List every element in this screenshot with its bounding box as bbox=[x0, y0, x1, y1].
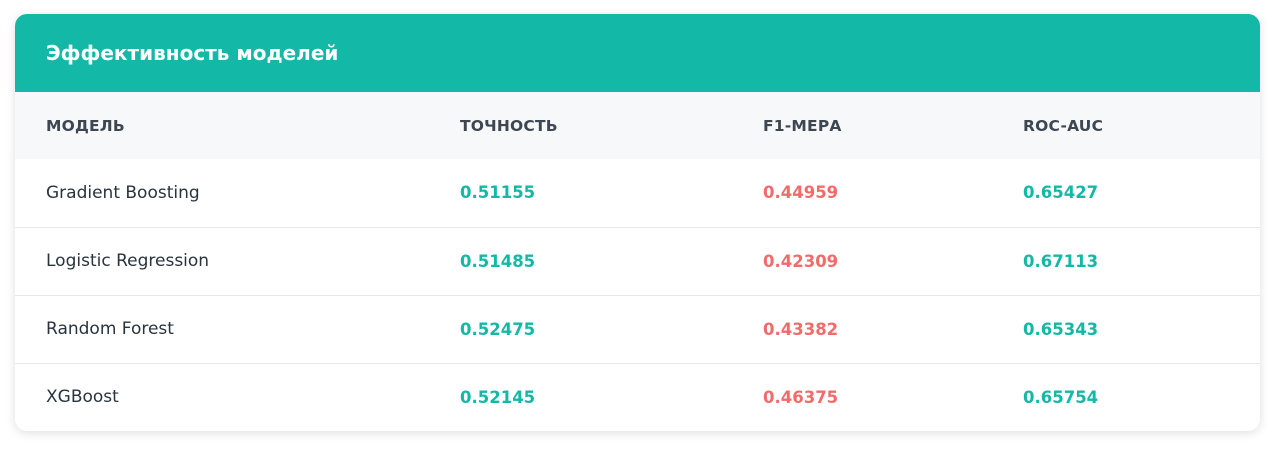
accuracy-value: 0.51155 bbox=[460, 183, 536, 203]
column-header-f1: F1-МЕРА bbox=[763, 116, 842, 135]
accuracy-value: 0.52145 bbox=[460, 387, 536, 407]
table-body: Gradient Boosting 0.51155 0.44959 0.6542… bbox=[15, 159, 1260, 431]
accuracy-value: 0.52475 bbox=[460, 319, 536, 339]
table-row: Logistic Regression 0.51485 0.42309 0.67… bbox=[15, 227, 1260, 295]
card-title: Эффективность моделей bbox=[46, 41, 339, 65]
header-row: МОДЕЛЬ ТОЧНОСТЬ F1-МЕРА ROC-AUC bbox=[15, 92, 1260, 159]
roc-auc-value: 0.65754 bbox=[1023, 387, 1099, 407]
table-header: МОДЕЛЬ ТОЧНОСТЬ F1-МЕРА ROC-AUC bbox=[15, 92, 1260, 159]
roc-auc-value: 0.65427 bbox=[1023, 183, 1099, 203]
f1-value: 0.43382 bbox=[763, 319, 839, 339]
column-header-model: МОДЕЛЬ bbox=[46, 116, 125, 135]
roc-auc-value: 0.65343 bbox=[1023, 319, 1099, 339]
roc-auc-value: 0.67113 bbox=[1023, 251, 1099, 271]
table-row: Gradient Boosting 0.51155 0.44959 0.6542… bbox=[15, 159, 1260, 227]
model-name: Logistic Regression bbox=[46, 251, 210, 271]
model-name: Random Forest bbox=[46, 319, 174, 339]
table-row: XGBoost 0.52145 0.46375 0.65754 bbox=[15, 363, 1260, 431]
column-header-accuracy: ТОЧНОСТЬ bbox=[460, 116, 558, 135]
model-name: XGBoost bbox=[46, 387, 119, 408]
accuracy-value: 0.51485 bbox=[460, 251, 536, 271]
column-header-roc-auc: ROC-AUC bbox=[1023, 116, 1104, 135]
f1-value: 0.44959 bbox=[763, 183, 839, 203]
f1-value: 0.46375 bbox=[763, 387, 839, 407]
metrics-table: МОДЕЛЬ ТОЧНОСТЬ F1-МЕРА ROC-AUC Gradient… bbox=[15, 92, 1260, 431]
model-name: Gradient Boosting bbox=[46, 182, 200, 203]
f1-value: 0.42309 bbox=[763, 251, 839, 271]
card-header: Эффективность моделей bbox=[15, 14, 1260, 92]
table-row: Random Forest 0.52475 0.43382 0.65343 bbox=[15, 295, 1260, 363]
model-performance-card: Эффективность моделей МОДЕЛЬ ТОЧНОСТЬ F1… bbox=[15, 14, 1260, 431]
